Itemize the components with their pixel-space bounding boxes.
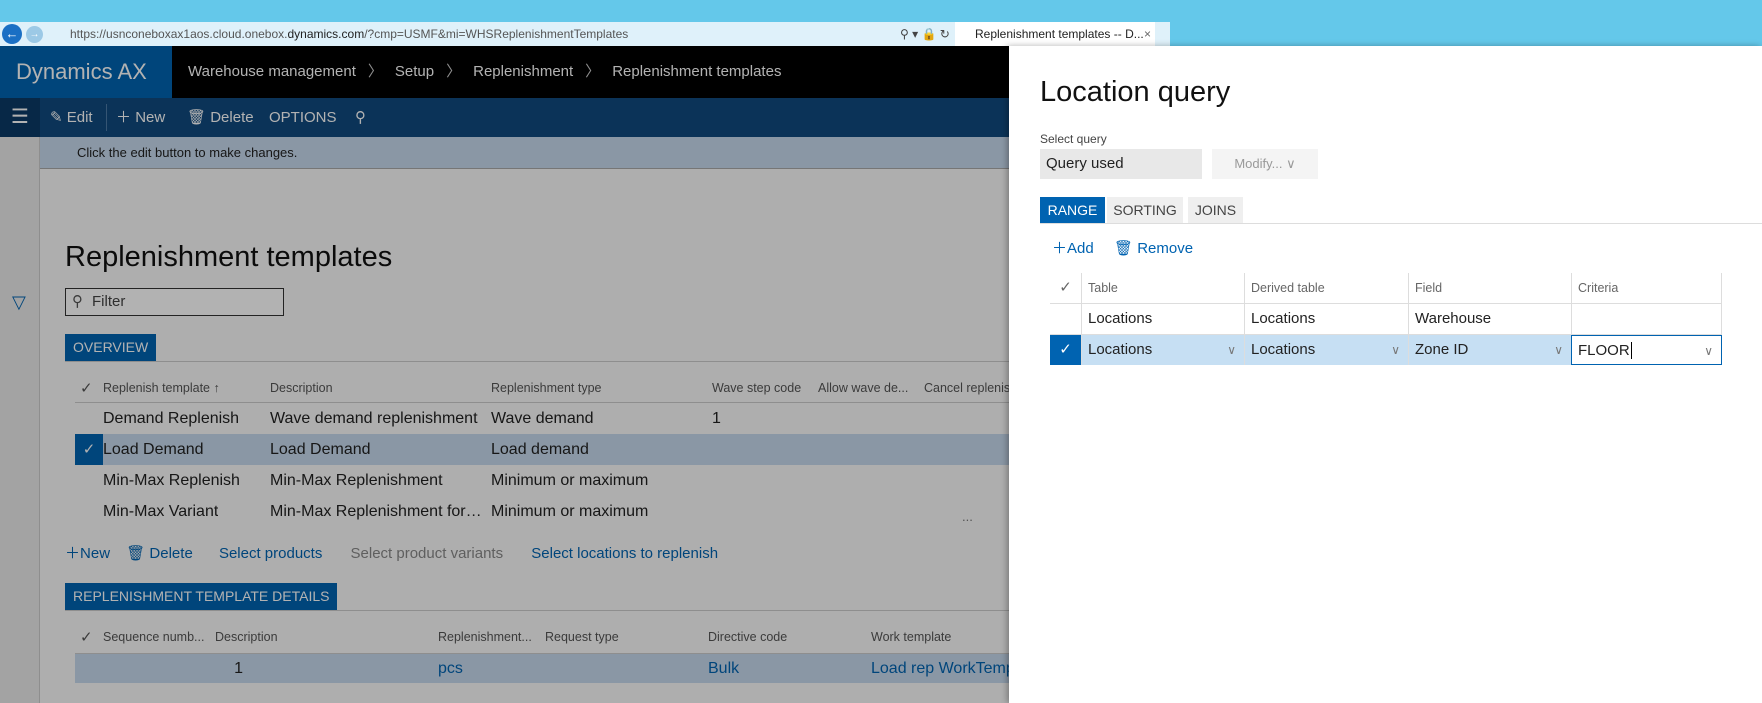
trash-icon: 🗑 [1114,240,1134,257]
cell-criteria[interactable] [1571,304,1722,334]
url-domain: dynamics.com [287,27,365,41]
browser-tab-title: Replenishment templates -- D... [975,27,1144,41]
remove-button[interactable]: 🗑 Remove [1114,238,1193,260]
row-check-icon[interactable]: ✓ [1050,335,1081,365]
add-button[interactable]: ＋Add [1052,238,1094,260]
criteria-input[interactable]: FLOOR ∨ [1571,335,1722,365]
derived-table-value: Locations [1251,341,1316,358]
add-label: Add [1067,240,1094,257]
select-all-check-icon[interactable]: ✓ [1050,273,1081,303]
select-query-field[interactable]: Query used [1040,149,1202,179]
table-dropdown[interactable]: Locations ∨ [1081,335,1244,365]
column-header[interactable]: Table [1081,273,1244,303]
cell-derived-table[interactable]: Locations [1244,304,1408,334]
range-row[interactable]: ✓ Locations ∨ Locations ∨ Zone ID ∨ FLOOR ∨ [1050,334,1722,365]
remove-label: Remove [1137,240,1194,257]
criteria-value: FLOOR [1578,342,1630,359]
chevron-down-icon[interactable]: ∨ [1554,335,1563,365]
url-text[interactable]: https://usnconeboxax1aos.cloud.onebox.dy… [70,22,628,46]
plus-icon: ＋ [1052,240,1068,257]
modal-dim-overlay[interactable] [0,46,1009,703]
tab-sorting[interactable]: SORTING [1107,197,1183,224]
row-check[interactable] [1050,304,1081,334]
derived-table-dropdown[interactable]: Locations ∨ [1244,335,1408,365]
browser-top-band [0,0,1762,22]
text-cursor [1630,342,1632,359]
column-header[interactable]: Field [1408,273,1571,303]
forward-icon[interactable]: → [26,26,43,43]
select-query-label: Select query [1040,132,1107,146]
back-icon[interactable]: ← [2,24,22,44]
panel-title: Location query [1040,76,1231,108]
url-suffix: /?cmp=USMF&mi=WHSReplenishmentTemplates [364,27,629,41]
location-query-panel: Location query Select query Query used M… [1009,46,1762,703]
close-tab-icon[interactable]: × [1144,22,1151,46]
column-header[interactable]: Criteria [1571,273,1722,303]
tab-joins[interactable]: JOINS [1188,197,1243,224]
app-window: Dynamics AX Warehouse management 〉 Setup 〉 R… [0,46,1009,703]
cell-table[interactable]: Locations [1081,304,1244,334]
cell-field[interactable]: Warehouse [1408,304,1571,334]
chevron-down-icon[interactable]: ∨ [1227,335,1236,365]
chevron-down-icon[interactable]: ∨ [1391,335,1400,365]
browser-tab[interactable]: Replenishment templates -- D... × [955,22,1155,46]
address-bar-icons[interactable]: ⚲ ▾ 🔒 ↻ [900,22,950,46]
column-header[interactable]: Derived table [1244,273,1408,303]
tab-range[interactable]: RANGE [1040,197,1105,224]
tab-divider [1040,223,1762,224]
chevron-down-icon[interactable]: ∨ [1704,336,1713,366]
table-value: Locations [1088,341,1153,358]
field-dropdown[interactable]: Zone ID ∨ [1408,335,1571,365]
url-prefix: https://usnconeboxax1aos.cloud.onebox. [70,27,288,41]
modify-button[interactable]: Modify... ∨ [1212,149,1318,179]
field-value: Zone ID [1415,341,1469,358]
range-row[interactable]: Locations Locations Warehouse [1050,303,1722,334]
